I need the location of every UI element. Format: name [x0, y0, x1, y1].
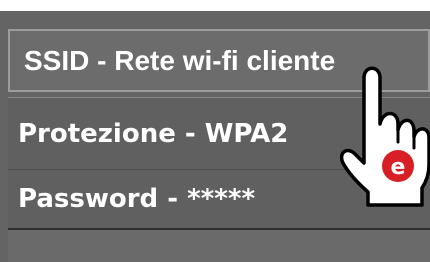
menu-item-protection-label: Protezione - WPA2: [18, 118, 289, 149]
pointing-hand-icon: e: [340, 66, 430, 207]
screen: SSID - Rete wi-fi cliente Protezione - W…: [0, 0, 430, 262]
brand-badge-letter: e: [391, 155, 406, 180]
footer-strip: [8, 230, 430, 262]
menu-item-password-label: Password - *****: [18, 184, 256, 214]
menu-item-ssid-label: SSID - Rete wi-fi cliente: [24, 44, 336, 76]
